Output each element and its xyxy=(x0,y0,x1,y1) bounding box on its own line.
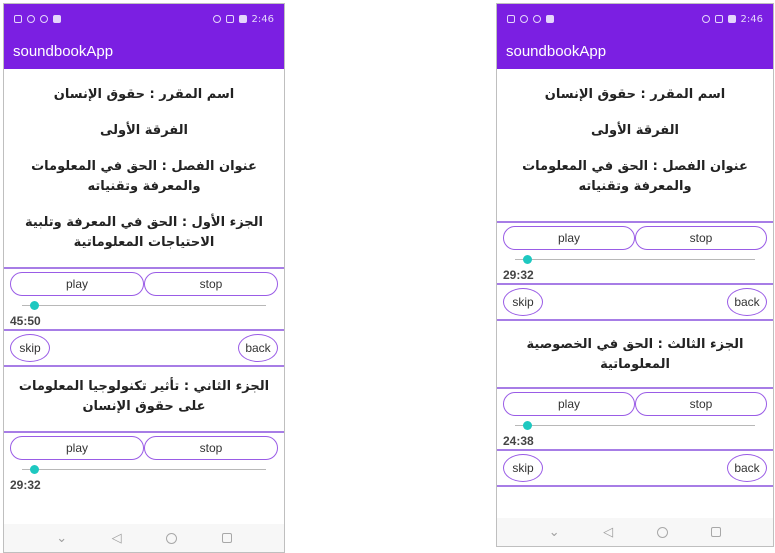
status-time: 2:46 xyxy=(740,13,763,25)
signal-icon xyxy=(714,15,723,23)
slider-track xyxy=(515,259,755,260)
sim-icon xyxy=(507,15,515,23)
time-remaining: 29:32 xyxy=(503,268,534,282)
sync-icon xyxy=(533,15,541,23)
slider-thumb[interactable] xyxy=(30,465,40,474)
sim-icon xyxy=(14,15,22,23)
phone-screen-left: 2:46 soundbookApp اسم المقرر : حقوق الإن… xyxy=(3,3,285,553)
stop-button[interactable]: stop xyxy=(635,392,767,416)
back-button[interactable]: back xyxy=(238,334,278,362)
back-button[interactable]: back xyxy=(727,454,767,482)
progress-slider[interactable] xyxy=(515,251,755,267)
system-icons: 2:46 xyxy=(701,13,763,25)
skip-button[interactable]: skip xyxy=(503,288,543,316)
stop-button[interactable]: stop xyxy=(144,272,278,296)
alarm-icon xyxy=(212,15,221,23)
slider-track xyxy=(22,305,266,306)
sync-icon xyxy=(40,15,48,23)
play-button[interactable]: play xyxy=(10,272,144,296)
app-title: soundbookApp xyxy=(506,43,607,60)
slider-thumb[interactable] xyxy=(30,301,40,310)
home-circle-icon[interactable] xyxy=(656,526,668,538)
player-controls: play stop xyxy=(497,389,773,417)
play-button[interactable]: play xyxy=(503,226,635,250)
chevron-down-icon[interactable]: ⌄ xyxy=(549,525,560,540)
divider xyxy=(497,485,773,487)
skip-button[interactable]: skip xyxy=(503,454,543,482)
progress-slider[interactable] xyxy=(515,417,755,433)
course-name: اسم المقرر : حقوق الإنسان xyxy=(544,87,726,102)
status-bar: 2:46 xyxy=(497,4,773,34)
system-nav-bar: ⌄ ◁ xyxy=(497,518,773,546)
skip-controls: skip back xyxy=(4,331,284,365)
back-button[interactable]: back xyxy=(727,288,767,316)
progress-slider[interactable] xyxy=(22,461,266,477)
stop-button[interactable]: stop xyxy=(144,436,278,460)
content-area[interactable]: اسم المقرر : حقوق الإنسان الفرقة الأولى … xyxy=(497,69,773,518)
phone-screen-right: 2:46 soundbookApp اسم المقرر : حقوق الإن… xyxy=(496,3,774,547)
back-triangle-icon[interactable]: ◁ xyxy=(603,525,613,540)
notification-icons xyxy=(507,15,554,23)
slider-thumb[interactable] xyxy=(523,255,532,264)
battery-icon xyxy=(238,15,247,23)
signal-icon xyxy=(225,15,234,23)
part-title: الجزء الأول : الحق في المعرفة وتلبية الا… xyxy=(24,215,264,250)
wifi-icon xyxy=(27,15,35,23)
chapter-title: عنوان الفصل : الحق في المعلومات والمعرفة… xyxy=(522,159,748,194)
slider-thumb[interactable] xyxy=(523,421,532,430)
app-bar: soundbookApp xyxy=(4,34,284,69)
chevron-down-icon[interactable]: ⌄ xyxy=(56,531,67,546)
app-bar: soundbookApp xyxy=(497,34,773,69)
app-notification-icon xyxy=(546,15,554,23)
player-controls: play stop xyxy=(4,269,284,297)
wifi-icon xyxy=(520,15,528,23)
system-nav-bar: ⌄ ◁ xyxy=(4,524,284,552)
status-bar: 2:46 xyxy=(4,4,284,34)
recents-square-icon[interactable] xyxy=(221,533,232,543)
division-name: الفرقة الأولى xyxy=(591,123,679,138)
part-title: الجزء الثالث : الحق في الخصوصية المعلوما… xyxy=(526,337,744,372)
play-button[interactable]: play xyxy=(503,392,635,416)
notification-icons xyxy=(14,15,61,23)
home-circle-icon[interactable] xyxy=(166,532,178,544)
course-name: اسم المقرر : حقوق الإنسان xyxy=(53,87,235,102)
time-remaining: 24:38 xyxy=(503,434,534,448)
time-remaining: 45:50 xyxy=(10,314,41,328)
content-area[interactable]: اسم المقرر : حقوق الإنسان الفرقة الأولى … xyxy=(4,69,284,524)
part-title: الجزء الثاني : تأثير تكنولوجيا المعلومات… xyxy=(18,379,270,414)
battery-icon xyxy=(727,15,736,23)
stop-button[interactable]: stop xyxy=(635,226,767,250)
app-notification-icon xyxy=(53,15,61,23)
system-icons: 2:46 xyxy=(212,13,274,25)
back-triangle-icon[interactable]: ◁ xyxy=(112,531,122,546)
player-controls: play stop xyxy=(4,433,284,461)
slider-track xyxy=(22,469,266,470)
division-name: الفرقة الأولى xyxy=(100,123,188,138)
progress-slider[interactable] xyxy=(22,297,266,313)
player-controls: play stop xyxy=(497,223,773,251)
skip-controls: skip back xyxy=(497,451,773,485)
status-time: 2:46 xyxy=(251,13,274,25)
skip-button[interactable]: skip xyxy=(10,334,50,362)
slider-track xyxy=(515,425,755,426)
play-button[interactable]: play xyxy=(10,436,144,460)
recents-square-icon[interactable] xyxy=(711,527,722,537)
app-title: soundbookApp xyxy=(13,43,114,60)
chapter-title: عنوان الفصل : الحق في المعلومات والمعرفة… xyxy=(31,159,257,194)
skip-controls: skip back xyxy=(497,285,773,319)
time-remaining: 29:32 xyxy=(10,478,41,492)
alarm-icon xyxy=(701,15,710,23)
